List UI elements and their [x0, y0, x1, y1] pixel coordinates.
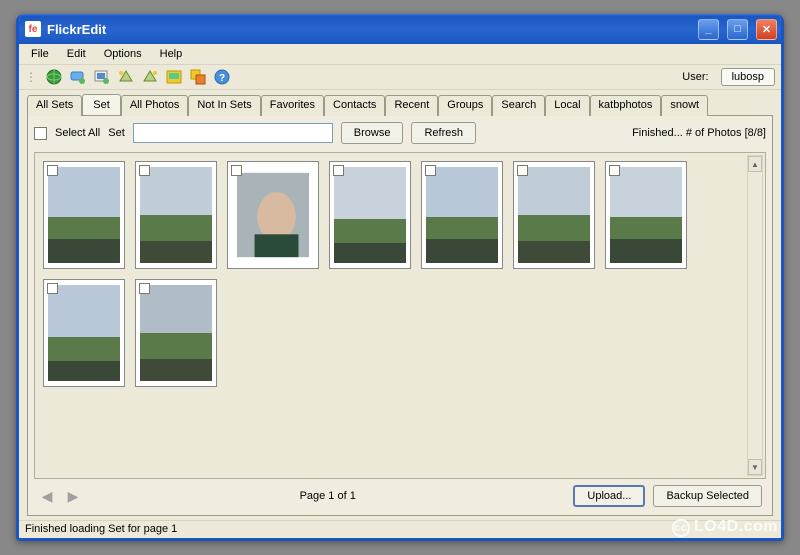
tab-search[interactable]: Search	[492, 95, 545, 116]
thumbnail-checkbox[interactable]	[47, 165, 58, 176]
upload-button[interactable]: Upload...	[573, 485, 645, 507]
minimize-button[interactable]: _	[698, 19, 719, 40]
tab-katbphotos[interactable]: katbphotos	[590, 95, 662, 116]
tabs-bar: All Sets Set All Photos Not In Sets Favo…	[27, 94, 773, 115]
user-label: User:	[682, 71, 708, 83]
user-button[interactable]: lubosp	[721, 68, 775, 86]
backup-selected-button[interactable]: Backup Selected	[653, 485, 762, 507]
tab-not-in-sets[interactable]: Not In Sets	[188, 95, 260, 116]
page-prev-button[interactable]: ◀	[38, 488, 56, 505]
thumbnail-checkbox[interactable]	[517, 165, 528, 176]
watermark-text: LO4D.com	[694, 518, 778, 535]
tab-groups[interactable]: Groups	[438, 95, 492, 116]
image-icon[interactable]	[94, 69, 110, 85]
scroll-up-icon[interactable]: ▲	[748, 156, 762, 172]
globe-icon[interactable]	[46, 69, 62, 85]
copy-icon[interactable]	[190, 69, 206, 85]
scroll-down-icon[interactable]: ▼	[748, 459, 762, 475]
maximize-icon: □	[734, 23, 741, 35]
minimize-icon: _	[705, 23, 711, 35]
window-title: FlickrEdit	[47, 22, 690, 37]
photo-thumbnail[interactable]	[43, 279, 125, 387]
pager-row: ◀ ▶ Page 1 of 1 Upload... Backup Selecte…	[34, 479, 766, 509]
photo-thumbnail[interactable]	[43, 161, 125, 269]
tab-all-photos[interactable]: All Photos	[121, 95, 189, 116]
status-bar: Finished loading Set for page 1	[19, 520, 781, 538]
tab-pane: Select All Set Browse Refresh Finished..…	[27, 115, 773, 516]
chat-icon[interactable]	[70, 69, 86, 85]
scroll-track[interactable]	[748, 172, 762, 459]
photo-thumbnail[interactable]	[513, 161, 595, 269]
photo-thumbnail[interactable]	[227, 161, 319, 269]
thumbnail-checkbox[interactable]	[47, 283, 58, 294]
photos-status-label: Finished... # of Photos [8/8]	[632, 127, 766, 139]
thumbnail-scrollbar[interactable]: ▲ ▼	[747, 155, 763, 476]
watermark: ccLO4D.com	[672, 518, 778, 537]
maximize-button[interactable]: □	[727, 19, 748, 40]
menu-file[interactable]: File	[23, 46, 57, 62]
close-button[interactable]: ✕	[756, 19, 777, 40]
thumbnail-checkbox[interactable]	[333, 165, 344, 176]
photo-thumbnail[interactable]	[421, 161, 503, 269]
tab-snowt[interactable]: snowt	[661, 95, 708, 116]
tab-set[interactable]: Set	[82, 94, 121, 115]
tab-favorites[interactable]: Favorites	[261, 95, 324, 116]
photo-thumbnail[interactable]	[135, 161, 217, 269]
menu-options[interactable]: Options	[96, 46, 150, 62]
picture-icon[interactable]	[166, 69, 182, 85]
page-next-button[interactable]: ▶	[64, 488, 82, 505]
help-icon[interactable]: ?	[214, 69, 230, 85]
thumbnail-checkbox[interactable]	[139, 283, 150, 294]
status-text: Finished loading Set for page 1	[25, 523, 177, 535]
app-icon: fe	[25, 21, 41, 37]
menu-edit[interactable]: Edit	[59, 46, 94, 62]
set-name-input[interactable]	[133, 123, 333, 143]
menu-bar: File Edit Options Help	[19, 44, 781, 65]
svg-text:?: ?	[219, 73, 225, 84]
thumbnail-grid: ▲ ▼	[34, 152, 766, 479]
cc-icon: cc	[672, 519, 690, 537]
controls-row: Select All Set Browse Refresh Finished..…	[34, 122, 766, 144]
menu-help[interactable]: Help	[152, 46, 191, 62]
browse-button[interactable]: Browse	[341, 122, 404, 144]
select-all-label: Select All	[55, 127, 100, 139]
close-icon: ✕	[762, 23, 771, 36]
thumbnail-checkbox[interactable]	[139, 165, 150, 176]
rotate-right-icon[interactable]	[142, 69, 158, 85]
photo-thumbnail[interactable]	[605, 161, 687, 269]
thumbnail-checkbox[interactable]	[425, 165, 436, 176]
content-area: All Sets Set All Photos Not In Sets Favo…	[19, 90, 781, 520]
rotate-left-icon[interactable]	[118, 69, 134, 85]
photo-thumbnail[interactable]	[135, 279, 217, 387]
page-label: Page 1 of 1	[90, 490, 565, 502]
set-field-label: Set	[108, 127, 125, 139]
tab-local[interactable]: Local	[545, 95, 589, 116]
select-all-checkbox[interactable]	[34, 127, 47, 140]
thumbnail-checkbox[interactable]	[609, 165, 620, 176]
thumbnail-checkbox[interactable]	[231, 165, 242, 176]
refresh-button[interactable]: Refresh	[411, 122, 476, 144]
photo-thumbnail[interactable]	[329, 161, 411, 269]
tab-all-sets[interactable]: All Sets	[27, 95, 82, 116]
toolbar-grip: ⋮	[25, 70, 38, 84]
title-bar[interactable]: fe FlickrEdit _ □ ✕	[19, 14, 781, 44]
tab-contacts[interactable]: Contacts	[324, 95, 385, 116]
tab-recent[interactable]: Recent	[385, 95, 438, 116]
app-window: fe FlickrEdit _ □ ✕ File Edit Options He…	[16, 14, 784, 541]
tool-bar: ⋮ ? User: lubosp	[19, 65, 781, 90]
